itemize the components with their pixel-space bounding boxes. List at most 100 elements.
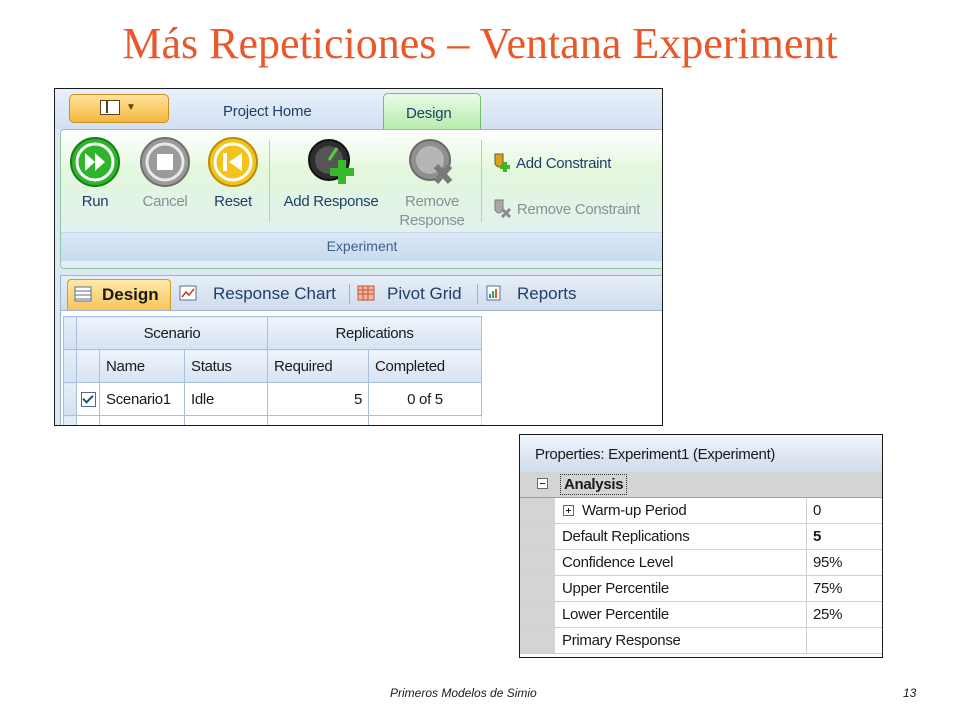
row-gutter xyxy=(520,628,555,653)
property-name: Lower Percentile xyxy=(562,606,669,623)
column-divider xyxy=(806,524,807,549)
remove-constraint-button[interactable]: Remove Constraint xyxy=(491,198,641,219)
tab-design-label: Design xyxy=(406,105,452,122)
application-menu-button[interactable]: ▼ xyxy=(69,94,169,123)
add-constraint-label: Add Constraint xyxy=(516,155,612,172)
scenario-checkbox[interactable] xyxy=(80,392,96,408)
row-gutter xyxy=(520,524,555,549)
row-gutter xyxy=(520,498,555,523)
scenario-checkbox-cell[interactable] xyxy=(76,382,100,416)
table-row[interactable]: Scenario1 Idle 5 0 of 5 xyxy=(63,382,482,416)
run-button[interactable]: Run xyxy=(67,136,123,211)
ribbon-separator xyxy=(481,140,482,222)
new-row-cell[interactable] xyxy=(368,415,482,425)
property-name: Default Replications xyxy=(562,528,690,545)
new-row[interactable] xyxy=(63,415,482,425)
scenario-status-cell[interactable]: Idle xyxy=(184,382,268,416)
property-row-primary-response[interactable]: Primary Response xyxy=(520,628,882,654)
column-header-status[interactable]: Status xyxy=(184,349,268,383)
cancel-button[interactable]: Cancel xyxy=(135,136,195,211)
property-category-label: Analysis xyxy=(560,474,628,495)
replications-group-header: Replications xyxy=(267,316,482,350)
column-header-completed[interactable]: Completed xyxy=(368,349,482,383)
tab-design-view[interactable]: Design xyxy=(67,279,171,310)
property-name: Upper Percentile xyxy=(562,580,669,597)
property-value[interactable]: 75% xyxy=(813,580,842,597)
column-divider xyxy=(806,602,807,627)
row-gutter xyxy=(520,576,555,601)
column-header-name[interactable]: Name xyxy=(99,349,185,383)
window-icon xyxy=(100,100,120,115)
pivot-grid-icon xyxy=(357,285,375,301)
scenario-group-header: Scenario xyxy=(76,316,268,350)
ribbon-separator xyxy=(269,140,270,222)
row-header-cell xyxy=(63,349,77,383)
ribbon-group-label: Experiment xyxy=(61,232,662,261)
remove-response-icon xyxy=(409,139,453,184)
design-grid-icon xyxy=(74,286,92,302)
collapse-icon[interactable] xyxy=(537,478,548,489)
row-header-cell[interactable] xyxy=(63,382,77,416)
tab-design-view-label: Design xyxy=(102,285,159,304)
new-row-cell[interactable] xyxy=(184,415,268,425)
grid-group-header-row: Scenario Replications xyxy=(63,316,482,350)
property-value[interactable]: 5 xyxy=(813,528,821,545)
property-value[interactable]: 95% xyxy=(813,554,842,571)
reports-icon xyxy=(486,285,501,301)
new-row-cell[interactable] xyxy=(267,415,369,425)
row-header-cell[interactable] xyxy=(63,415,77,425)
tab-design[interactable]: Design xyxy=(383,93,481,130)
property-row-confidence-level[interactable]: Confidence Level 95% xyxy=(520,550,882,576)
row-gutter xyxy=(520,602,555,627)
property-value[interactable]: 25% xyxy=(813,606,842,623)
panel-tab-strip: Design Response Chart Pivot Grid Reports xyxy=(61,276,662,311)
remove-constraint-label: Remove Constraint xyxy=(516,201,641,218)
column-divider xyxy=(806,498,807,523)
reset-label: Reset xyxy=(214,193,252,210)
scenario-name-cell[interactable]: Scenario1 xyxy=(99,382,185,416)
remove-response-button[interactable]: Remove Response xyxy=(393,136,471,230)
scenario-grid: Scenario Replications Name Status Requir… xyxy=(63,316,482,425)
tab-reports-label: Reports xyxy=(517,284,577,303)
grid-column-header-row: Name Status Required Completed xyxy=(63,349,482,383)
add-response-label: Add Response xyxy=(283,193,379,210)
response-chart-icon xyxy=(179,285,197,301)
properties-title: Properties: Experiment1 (Experiment) xyxy=(535,446,776,463)
add-response-button[interactable]: Add Response xyxy=(275,136,387,211)
reset-button[interactable]: Reset xyxy=(203,136,263,211)
new-row-cell[interactable] xyxy=(99,415,185,425)
property-value[interactable]: 0 xyxy=(813,502,821,519)
row-gutter xyxy=(520,550,555,575)
property-row-default-replications[interactable]: Default Replications 5 xyxy=(520,524,882,550)
run-icon xyxy=(70,137,120,187)
experiment-panel: Design Response Chart Pivot Grid Reports… xyxy=(60,275,662,425)
row-header-cell xyxy=(63,316,77,350)
slide-footer-text: Primeros Modelos de Simio xyxy=(390,686,537,700)
remove-response-label-line1: Remove xyxy=(404,193,460,210)
property-row-lower-percentile[interactable]: Lower Percentile 25% xyxy=(520,602,882,628)
properties-title-bar: Properties: Experiment1 (Experiment) xyxy=(520,435,882,473)
column-divider xyxy=(806,550,807,575)
tab-separator xyxy=(349,284,350,304)
tab-project-home[interactable]: Project Home xyxy=(223,103,312,120)
replications-required-cell[interactable]: 5 xyxy=(267,382,369,416)
new-row-checkbox-cell[interactable] xyxy=(76,415,100,425)
remove-response-label-line2: Response xyxy=(399,212,465,229)
add-constraint-button[interactable]: Add Constraint xyxy=(491,152,611,172)
expand-icon[interactable] xyxy=(563,505,574,516)
replications-completed-cell: 0 of 5 xyxy=(368,382,482,416)
experiment-window-screenshot: ▼ Project Home Design Run Cancel Reset A… xyxy=(54,88,663,426)
property-name: Warm-up Period xyxy=(582,502,687,519)
column-header-required[interactable]: Required xyxy=(267,349,369,383)
tab-separator xyxy=(477,284,478,304)
checkbox-column-header xyxy=(76,349,100,383)
add-constraint-icon xyxy=(494,153,510,172)
property-row-upper-percentile[interactable]: Upper Percentile 75% xyxy=(520,576,882,602)
ribbon-panel: Run Cancel Reset Add Response Remove Res… xyxy=(60,129,662,269)
property-row-warm-up-period[interactable]: Warm-up Period 0 xyxy=(520,498,882,524)
remove-constraint-icon xyxy=(494,199,512,219)
property-name: Primary Response xyxy=(562,632,681,649)
dropdown-caret-icon: ▼ xyxy=(126,102,136,113)
cancel-label: Cancel xyxy=(142,193,188,210)
property-category-analysis[interactable]: Analysis xyxy=(520,472,882,498)
